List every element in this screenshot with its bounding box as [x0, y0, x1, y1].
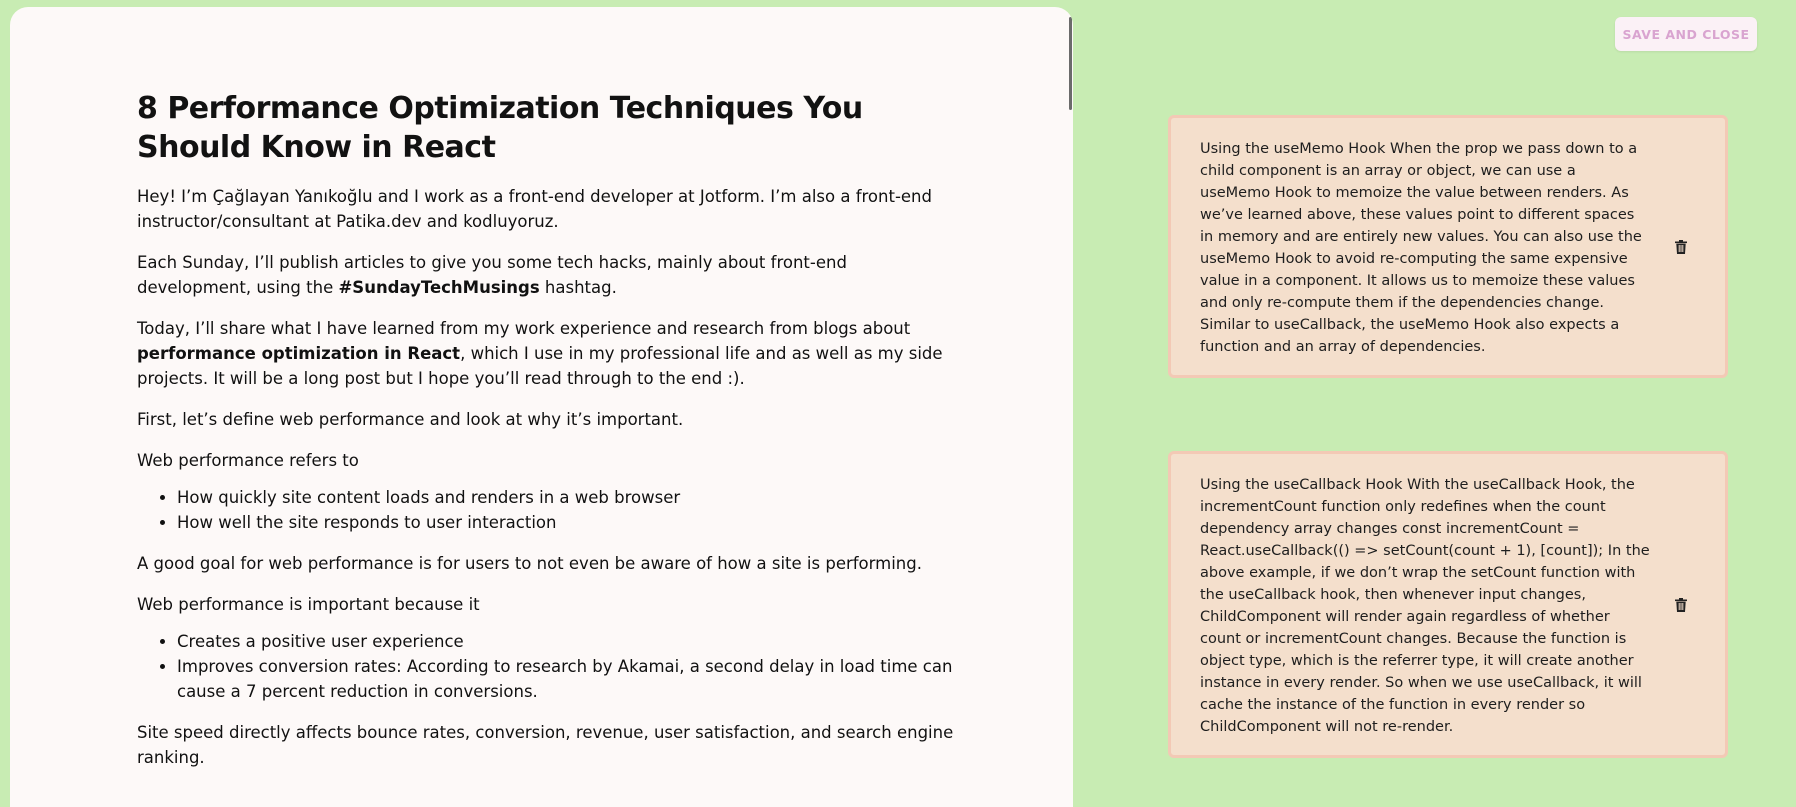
- note-card: Using the useMemo Hook When the prop we …: [1168, 115, 1728, 378]
- list-item: How well the site responds to user inter…: [177, 510, 957, 535]
- note-card: Using the useCallback Hook With the useC…: [1168, 451, 1728, 758]
- trash-icon[interactable]: [1675, 597, 1687, 612]
- bold-text: performance optimization in React: [137, 344, 461, 363]
- scrollbar-thumb[interactable]: [1069, 17, 1072, 110]
- note-text: Using the useMemo Hook When the prop we …: [1200, 141, 1642, 355]
- article-paragraph: A good goal for web performance is for u…: [137, 554, 922, 573]
- text-run: Today, I’ll share what I have learned fr…: [137, 319, 911, 338]
- bullet-list: How quickly site content loads and rende…: [137, 485, 957, 535]
- list-item: Creates a positive user experience: [177, 629, 957, 654]
- article-paragraph: First, let’s define web performance and …: [137, 410, 684, 429]
- article-paragraph: Web performance refers to: [137, 451, 359, 470]
- save-and-close-button[interactable]: SAVE AND CLOSE: [1615, 17, 1757, 51]
- article-title: 8 Performance Optimization Techniques Yo…: [137, 91, 863, 165]
- hashtag-text: #SundayTechMusings: [338, 278, 540, 297]
- article-paragraph: Each Sunday, I’ll publish articles to gi…: [137, 250, 957, 300]
- note-text: Using the useCallback Hook With the useC…: [1200, 477, 1650, 735]
- article-content: 8 Performance Optimization Techniques Yo…: [137, 89, 957, 786]
- article-paragraph: Today, I’ll share what I have learned fr…: [137, 316, 957, 391]
- article-paragraph: Hey! I’m Çağlayan Yanıkoğlu and I work a…: [137, 187, 932, 231]
- list-item: How quickly site content loads and rende…: [177, 485, 957, 510]
- list-item: Improves conversion rates: According to …: [177, 654, 957, 704]
- article-paragraph: Web performance is important because it: [137, 595, 480, 614]
- trash-icon[interactable]: [1675, 239, 1687, 254]
- article-paragraph: Site speed directly affects bounce rates…: [137, 723, 954, 767]
- article-panel: 8 Performance Optimization Techniques Yo…: [10, 7, 1073, 807]
- text-run: hashtag.: [539, 278, 617, 297]
- bullet-list: Creates a positive user experience Impro…: [137, 629, 957, 704]
